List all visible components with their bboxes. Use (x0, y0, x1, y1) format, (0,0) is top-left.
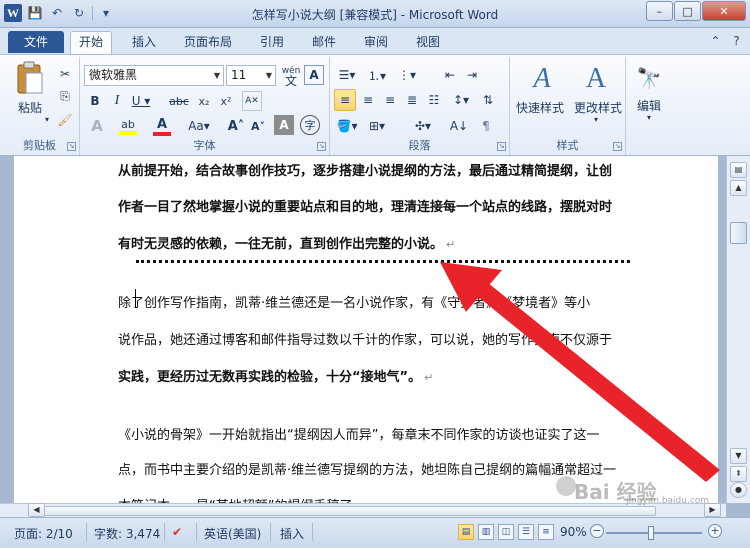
arrow-shaft (460, 270, 720, 482)
red-arrow-annotation (440, 262, 720, 482)
